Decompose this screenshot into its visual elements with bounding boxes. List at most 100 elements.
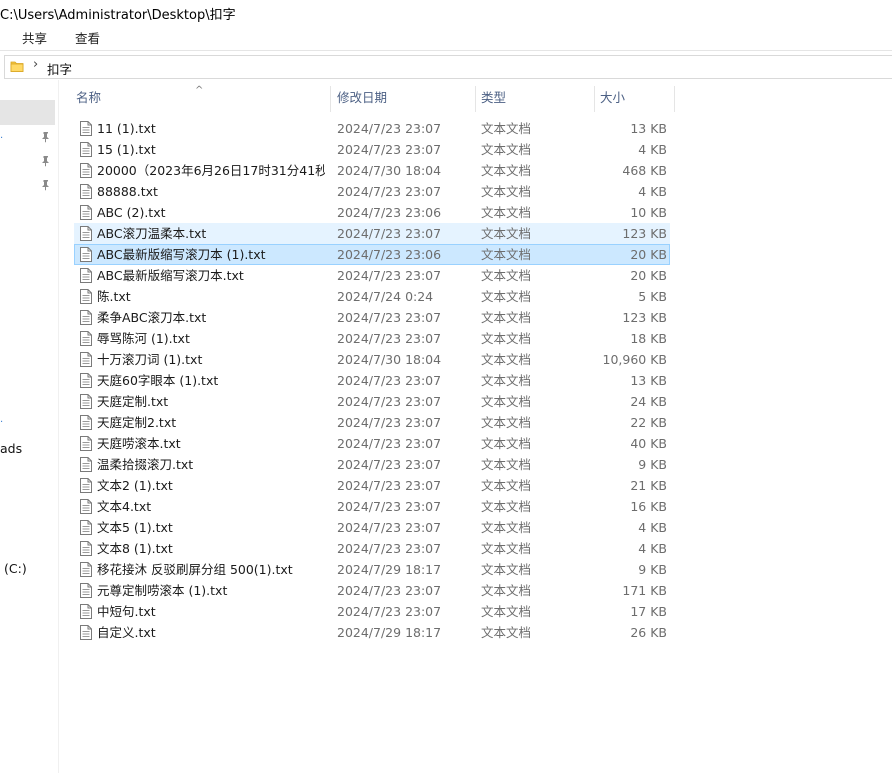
file-name[interactable]: 文本2 (1).txt — [97, 475, 325, 496]
file-name[interactable]: 温柔拾掇滚刀.txt — [97, 454, 325, 475]
file-name[interactable]: 柔争ABC滚刀本.txt — [97, 307, 325, 328]
text-file-icon — [80, 310, 92, 325]
file-name[interactable]: 15 (1).txt — [97, 139, 325, 160]
file-modified-date: 2024/7/29 18:17 — [337, 562, 442, 577]
text-file-icon — [80, 142, 92, 157]
nav-item-selected[interactable] — [0, 100, 55, 125]
file-row[interactable]: 陈.txt 2024/7/24 0:24 文本文档 5 KB — [74, 286, 670, 307]
nav-item-drive-c[interactable]: (C:) — [4, 561, 27, 576]
file-type: 文本文档 — [481, 268, 532, 283]
file-name[interactable]: 11 (1).txt — [97, 118, 325, 139]
file-modified-date: 2024/7/23 23:07 — [337, 583, 442, 598]
file-size: 10,960 KB — [602, 352, 667, 367]
file-name[interactable]: 天庭定制.txt — [97, 391, 325, 412]
breadcrumb-chevron-icon[interactable]: › — [33, 57, 38, 72]
file-size: 17 KB — [630, 604, 667, 619]
file-name[interactable]: 中短句.txt — [97, 601, 325, 622]
pin-icon[interactable] — [40, 179, 52, 191]
file-name[interactable]: 十万滚刀词 (1).txt — [97, 349, 325, 370]
file-row[interactable]: 文本4.txt 2024/7/23 23:07 文本文档 16 KB — [74, 496, 670, 517]
tab-view[interactable]: 查看 — [75, 28, 100, 47]
file-type: 文本文档 — [481, 625, 532, 640]
file-modified-date: 2024/7/23 23:07 — [337, 478, 442, 493]
file-row[interactable]: 88888.txt 2024/7/23 23:07 文本文档 4 KB — [74, 181, 670, 202]
text-file-icon — [80, 121, 92, 136]
text-file-icon — [80, 583, 92, 598]
file-row[interactable]: 自定义.txt 2024/7/29 18:17 文本文档 26 KB — [74, 622, 670, 643]
breadcrumb-current[interactable]: 扣字 — [47, 59, 72, 78]
file-modified-date: 2024/7/23 23:07 — [337, 436, 442, 451]
file-row[interactable]: 15 (1).txt 2024/7/23 23:07 文本文档 4 KB — [74, 139, 670, 160]
file-name[interactable]: 天庭60字眼本 (1).txt — [97, 370, 325, 391]
file-modified-date: 2024/7/23 23:07 — [337, 457, 442, 472]
file-size: 13 KB — [630, 121, 667, 136]
file-row[interactable]: 天庭定制2.txt 2024/7/23 23:07 文本文档 22 KB — [74, 412, 670, 433]
address-bar[interactable]: › 扣字 — [4, 55, 892, 79]
file-name[interactable]: ABC最新版缩写滚刀本 (1).txt — [97, 244, 325, 265]
text-file-icon — [80, 205, 92, 220]
file-row[interactable]: 移花接沐 反驳刷屏分组 500(1).txt 2024/7/29 18:17 文本文… — [74, 559, 670, 580]
file-name[interactable]: 20000（2023年6月26日17时31分41秒... — [97, 160, 325, 181]
file-type: 文本文档 — [481, 352, 532, 367]
file-name[interactable]: 文本8 (1).txt — [97, 538, 325, 559]
file-name[interactable]: 天庭定制2.txt — [97, 412, 325, 433]
text-file-icon — [80, 478, 92, 493]
file-name[interactable]: 88888.txt — [97, 181, 325, 202]
file-row[interactable]: ABC (2).txt 2024/7/23 23:06 文本文档 10 KB — [74, 202, 670, 223]
file-name[interactable]: 天庭唠滚本.txt — [97, 433, 325, 454]
file-row[interactable]: 辱骂陈河 (1).txt 2024/7/23 23:07 文本文档 18 KB — [74, 328, 670, 349]
file-modified-date: 2024/7/23 23:07 — [337, 226, 442, 241]
file-row[interactable]: 天庭60字眼本 (1).txt 2024/7/23 23:07 文本文档 13 KB — [74, 370, 670, 391]
file-name[interactable]: 陈.txt — [97, 286, 325, 307]
column-header-date[interactable]: 修改日期 — [333, 86, 476, 112]
file-type: 文本文档 — [481, 562, 532, 577]
file-modified-date: 2024/7/23 23:07 — [337, 310, 442, 325]
file-name[interactable]: 自定义.txt — [97, 622, 325, 643]
file-type: 文本文档 — [481, 436, 532, 451]
tab-share[interactable]: 共享 — [22, 28, 47, 47]
column-headers: ^ 名称 修改日期 类型 大小 — [58, 85, 678, 112]
file-name[interactable]: 文本5 (1).txt — [97, 517, 325, 538]
file-size: 21 KB — [630, 478, 667, 493]
file-row[interactable]: 文本5 (1).txt 2024/7/23 23:07 文本文档 4 KB — [74, 517, 670, 538]
title-bar: C:\Users\Administrator\Desktop\扣字 — [0, 0, 892, 24]
file-row[interactable]: 天庭唠滚本.txt 2024/7/23 23:07 文本文档 40 KB — [74, 433, 670, 454]
file-row[interactable]: 温柔拾掇滚刀.txt 2024/7/23 23:07 文本文档 9 KB — [74, 454, 670, 475]
file-row[interactable]: ABC最新版缩写滚刀本.txt 2024/7/23 23:07 文本文档 20 KB — [74, 265, 670, 286]
file-name[interactable]: 辱骂陈河 (1).txt — [97, 328, 325, 349]
file-size: 16 KB — [630, 499, 667, 514]
file-modified-date: 2024/7/23 23:07 — [337, 184, 442, 199]
file-name[interactable]: ABC (2).txt — [97, 202, 325, 223]
file-row[interactable]: 十万滚刀词 (1).txt 2024/7/30 18:04 文本文档 10,960 K… — [74, 349, 670, 370]
file-name[interactable]: ABC滚刀温柔本.txt — [97, 223, 325, 244]
file-type: 文本文档 — [481, 478, 532, 493]
column-header-name[interactable]: 名称 — [72, 86, 331, 112]
text-file-icon — [80, 247, 92, 262]
pin-icon[interactable] — [40, 155, 52, 167]
file-row[interactable]: ABC最新版缩写滚刀本 (1).txt 2024/7/23 23:06 文本文档 20… — [74, 244, 670, 265]
file-row[interactable]: 柔争ABC滚刀本.txt 2024/7/23 23:07 文本文档 123 KB — [74, 307, 670, 328]
file-name[interactable]: 移花接沐 反驳刷屏分组 500(1).txt — [97, 559, 325, 580]
column-header-size[interactable]: 大小 — [596, 86, 675, 112]
file-row[interactable]: 20000（2023年6月26日17时31分41秒... 2024/7/30 18… — [74, 160, 670, 181]
file-modified-date: 2024/7/23 23:07 — [337, 373, 442, 388]
file-row[interactable]: 11 (1).txt 2024/7/23 23:07 文本文档 13 KB — [74, 118, 670, 139]
file-row[interactable]: ABC滚刀温柔本.txt 2024/7/23 23:07 文本文档 123 KB — [74, 223, 670, 244]
file-type: 文本文档 — [481, 121, 532, 136]
file-row[interactable]: 文本2 (1).txt 2024/7/23 23:07 文本文档 21 KB — [74, 475, 670, 496]
file-name[interactable]: ABC最新版缩写滚刀本.txt — [97, 265, 325, 286]
file-size: 4 KB — [638, 541, 667, 556]
nav-blue-marker-icon: · — [0, 133, 4, 144]
file-row[interactable]: 天庭定制.txt 2024/7/23 23:07 文本文档 24 KB — [74, 391, 670, 412]
file-row[interactable]: 文本8 (1).txt 2024/7/23 23:07 文本文档 4 KB — [74, 538, 670, 559]
file-row[interactable]: 元尊定制唠滚本 (1).txt 2024/7/23 23:07 文本文档 171 KB — [74, 580, 670, 601]
pin-icon[interactable] — [40, 131, 52, 143]
column-header-type[interactable]: 类型 — [477, 86, 595, 112]
file-name[interactable]: 文本4.txt — [97, 496, 325, 517]
file-type: 文本文档 — [481, 163, 532, 178]
file-name[interactable]: 元尊定制唠滚本 (1).txt — [97, 580, 325, 601]
file-modified-date: 2024/7/23 23:07 — [337, 604, 442, 619]
file-row[interactable]: 中短句.txt 2024/7/23 23:07 文本文档 17 KB — [74, 601, 670, 622]
file-size: 9 KB — [638, 457, 667, 472]
nav-item-downloads[interactable]: ads — [0, 441, 22, 456]
